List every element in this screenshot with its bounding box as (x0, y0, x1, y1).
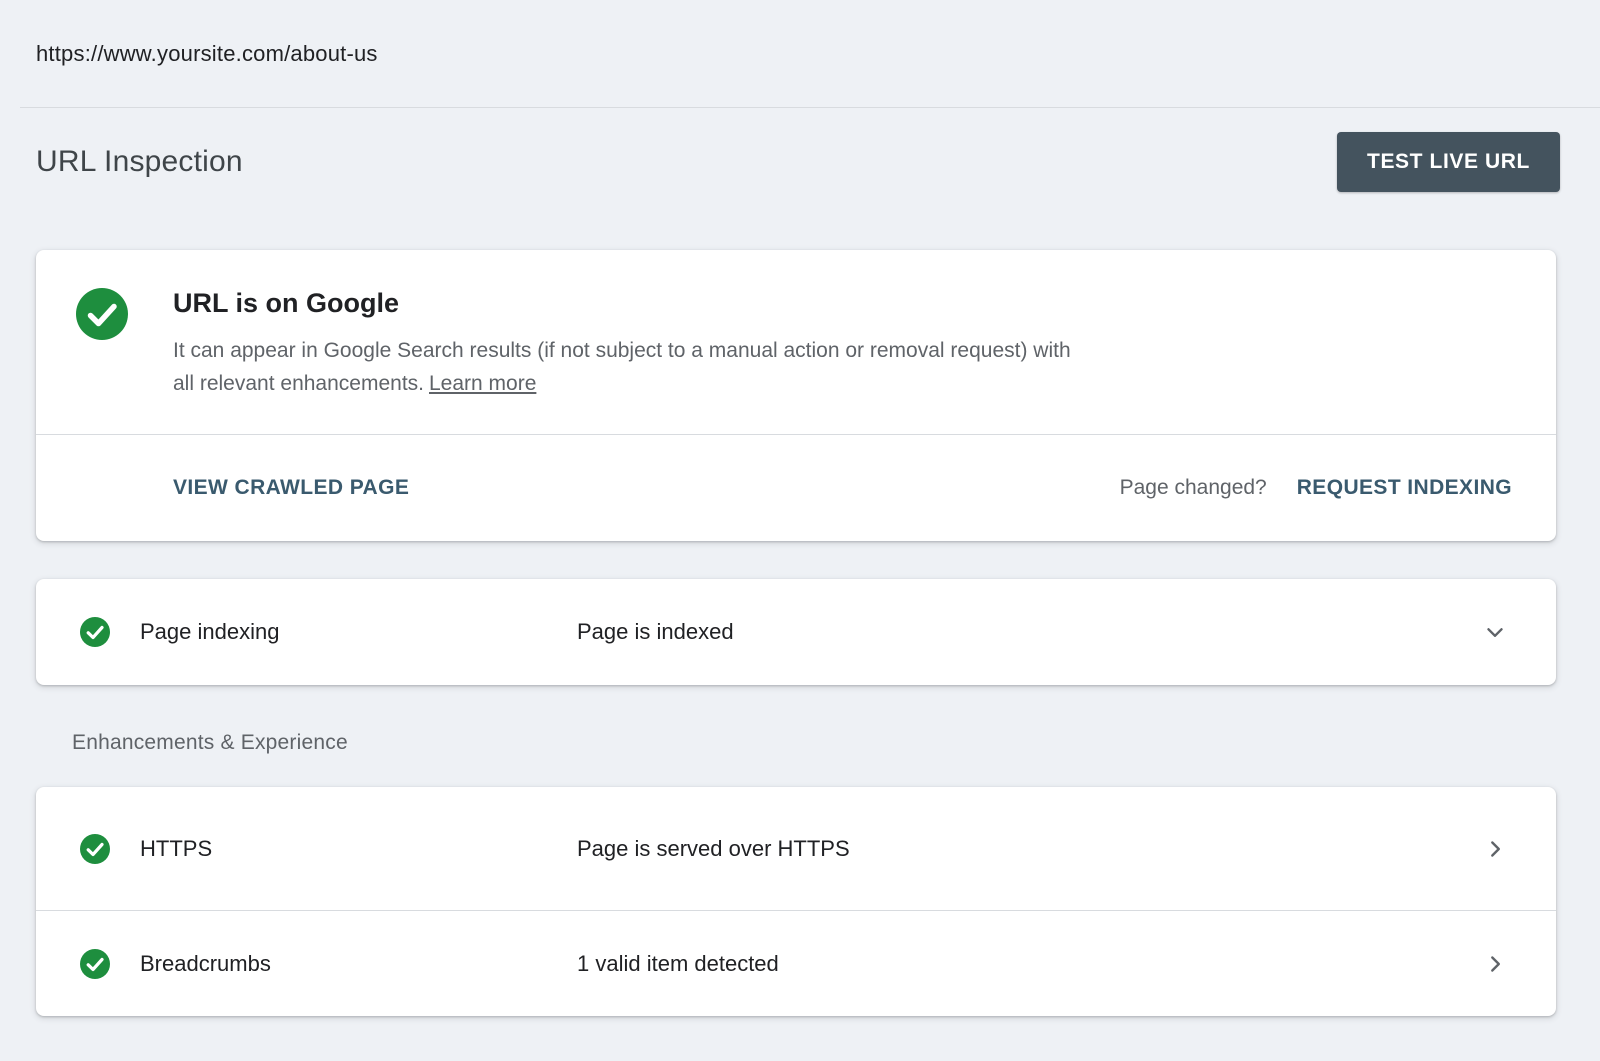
view-crawled-page-button[interactable]: VIEW CRAWLED PAGE (173, 476, 409, 500)
chevron-right-icon[interactable] (1482, 951, 1508, 977)
page-changed-label: Page changed? (1120, 476, 1267, 500)
url-bar: https://www.yoursite.com/about-us (20, 0, 1600, 108)
https-row[interactable]: HTTPS Page is served over HTTPS (36, 787, 1556, 911)
https-label: HTTPS (140, 836, 577, 862)
success-check-icon (80, 617, 110, 647)
url-status-card: URL is on Google It can appear in Google… (36, 250, 1556, 541)
status-description-text: It can appear in Google Search results (… (173, 339, 1071, 395)
enhancements-section-title: Enhancements & Experience (72, 731, 1556, 755)
page-indexing-row[interactable]: Page indexing Page is indexed (36, 579, 1556, 685)
learn-more-link[interactable]: Learn more (429, 372, 536, 395)
success-check-icon (80, 834, 110, 864)
status-card-actions: VIEW CRAWLED PAGE Page changed? REQUEST … (36, 435, 1556, 541)
page-title: URL Inspection (36, 145, 243, 179)
page-header: URL Inspection TEST LIVE URL (0, 108, 1600, 216)
chevron-right-icon[interactable] (1482, 836, 1508, 862)
breadcrumbs-status: 1 valid item detected (577, 951, 1482, 977)
success-check-icon (80, 949, 110, 979)
status-title: URL is on Google (173, 288, 1083, 319)
test-live-url-button[interactable]: TEST LIVE URL (1337, 132, 1560, 192)
request-indexing-button[interactable]: REQUEST INDEXING (1297, 476, 1512, 500)
inspected-url[interactable]: https://www.yoursite.com/about-us (20, 41, 378, 67)
main-content: URL is on Google It can appear in Google… (36, 250, 1556, 1016)
breadcrumbs-row[interactable]: Breadcrumbs 1 valid item detected (36, 911, 1556, 1016)
chevron-down-icon[interactable] (1482, 619, 1508, 645)
page-indexing-label: Page indexing (140, 619, 577, 645)
reindex-actions: Page changed? REQUEST INDEXING (1120, 476, 1512, 500)
status-text-block: URL is on Google It can appear in Google… (173, 288, 1083, 434)
url-status-summary: URL is on Google It can appear in Google… (36, 250, 1556, 435)
success-check-icon (76, 288, 128, 340)
enhancements-card: HTTPS Page is served over HTTPS Breadcru… (36, 787, 1556, 1016)
https-status: Page is served over HTTPS (577, 836, 1482, 862)
breadcrumbs-label: Breadcrumbs (140, 951, 577, 977)
page-indexing-status: Page is indexed (577, 619, 1482, 645)
page-indexing-card: Page indexing Page is indexed (36, 579, 1556, 685)
status-description: It can appear in Google Search results (… (173, 334, 1083, 400)
